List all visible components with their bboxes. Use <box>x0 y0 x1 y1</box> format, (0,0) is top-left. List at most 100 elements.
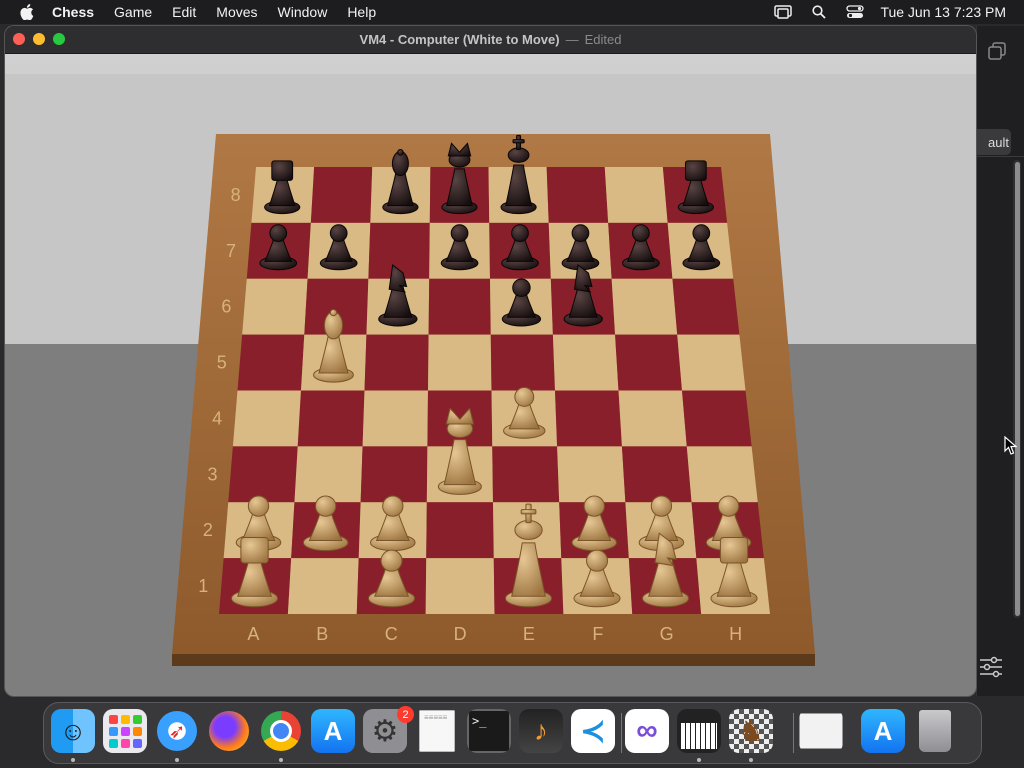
running-indicator <box>71 758 75 762</box>
board-square-h5[interactable] <box>677 334 746 391</box>
menu-window[interactable]: Window <box>278 4 328 20</box>
chrome-icon[interactable] <box>259 709 303 753</box>
board-square-e3[interactable] <box>492 446 560 503</box>
garageband-icon[interactable]: ♪ <box>519 709 563 753</box>
menu-game[interactable]: Game <box>114 4 152 20</box>
window-title: VM4 - Computer (White to Move) <box>359 32 560 47</box>
rank-label: 8 <box>231 185 241 205</box>
board-square-f4[interactable] <box>555 390 622 447</box>
board-square-c3[interactable] <box>360 446 428 503</box>
default-button[interactable]: ault <box>977 129 1011 155</box>
board-square-f3[interactable] <box>557 446 626 503</box>
file-label: H <box>729 624 742 644</box>
rank-label: 5 <box>217 353 227 373</box>
board-square-a4[interactable] <box>232 390 301 447</box>
menu-edit[interactable]: Edit <box>172 4 196 20</box>
spotlight-search-icon[interactable] <box>810 4 828 20</box>
board-square-g8[interactable] <box>604 167 668 223</box>
running-indicator <box>749 758 753 762</box>
launchpad-icon[interactable] <box>103 709 147 753</box>
file-label: F <box>592 624 603 644</box>
dock-separator <box>621 713 622 753</box>
board-square-h4[interactable] <box>682 390 752 447</box>
board-square-f8[interactable] <box>546 167 609 223</box>
visual-studio-icon[interactable]: ∞ <box>625 709 669 753</box>
file-label: A <box>247 624 259 644</box>
chess-scene: A B C D E F G H 8 7 6 5 4 3 2 1 <box>5 54 976 696</box>
board-frame-edge <box>172 654 815 666</box>
screen-mirroring-icon[interactable] <box>774 4 793 20</box>
board-square-g4[interactable] <box>618 390 687 447</box>
board-square-g5[interactable] <box>615 334 682 391</box>
chess-icon[interactable]: ♞ <box>729 709 773 753</box>
scrollbar-thumb[interactable] <box>1015 162 1020 616</box>
menu-help[interactable]: Help <box>347 4 376 20</box>
background-window: ault <box>976 26 1024 696</box>
board-square-b4[interactable] <box>297 390 365 447</box>
file-label: G <box>660 624 674 644</box>
menu-moves[interactable]: Moves <box>216 4 257 20</box>
textedit-icon[interactable]: ≡≡≡≡≡ <box>415 709 459 753</box>
file-label: E <box>523 624 535 644</box>
board-square-f5[interactable] <box>552 334 619 391</box>
rank-label: 1 <box>198 576 208 596</box>
piano-icon[interactable] <box>677 709 721 753</box>
board-square-a5[interactable] <box>237 334 305 391</box>
board-square-a6[interactable] <box>242 278 308 335</box>
board-square-c4[interactable] <box>362 390 428 447</box>
mouse-cursor-icon <box>1004 436 1018 455</box>
copy-icon[interactable] <box>987 41 1007 66</box>
minimize-window-button[interactable] <box>33 33 45 45</box>
safari-icon[interactable]: ➶ <box>155 709 199 753</box>
board-square-h6[interactable] <box>672 278 740 335</box>
trash-icon[interactable] <box>913 709 957 753</box>
rank-label: 2 <box>203 520 213 540</box>
dock-separator <box>793 713 794 753</box>
board-square-d5[interactable] <box>428 334 492 391</box>
board-square-d6[interactable] <box>428 278 491 335</box>
board-squares <box>219 167 770 614</box>
dock: ☺ ➶ A ⚙ 2 ≡≡≡≡≡ >_ ♪ ≺ ∞ ♞ A <box>43 702 982 764</box>
board-square-b1[interactable] <box>287 558 359 614</box>
notification-badge: 2 <box>397 706 414 723</box>
board-square-c5[interactable] <box>364 334 429 391</box>
running-indicator <box>697 758 701 762</box>
running-indicator <box>175 758 179 762</box>
file-label: C <box>385 624 398 644</box>
vscode-icon[interactable]: ≺ <box>571 709 615 753</box>
rank-label: 3 <box>208 464 218 484</box>
board-square-h3[interactable] <box>686 446 758 503</box>
preview-icon[interactable] <box>799 709 843 753</box>
board-square-g3[interactable] <box>621 446 692 503</box>
board-square-a3[interactable] <box>228 446 298 503</box>
window-titlebar[interactable]: VM4 - Computer (White to Move) — Edited <box>5 26 976 54</box>
app-store-icon[interactable]: A <box>861 709 905 753</box>
board-square-e5[interactable] <box>490 334 555 391</box>
menubar-clock[interactable]: Tue Jun 13 7:23 PM <box>880 4 1006 20</box>
file-label: D <box>454 624 467 644</box>
menu-app-chess[interactable]: Chess <box>52 4 94 20</box>
sliders-icon[interactable] <box>979 656 1003 683</box>
title-separator: — <box>565 32 579 47</box>
firefox-icon[interactable] <box>207 709 251 753</box>
close-window-button[interactable] <box>13 33 25 45</box>
board-square-b8[interactable] <box>310 167 373 223</box>
chess-window: VM4 - Computer (White to Move) — Edited <box>5 26 976 696</box>
file-label: B <box>316 624 328 644</box>
control-center-icon[interactable] <box>846 4 865 20</box>
app-store-icon[interactable]: A <box>311 709 355 753</box>
rank-label: 4 <box>212 408 222 428</box>
board-square-g6[interactable] <box>611 278 678 335</box>
rank-label: 7 <box>226 241 236 261</box>
finder-icon[interactable]: ☺ <box>51 709 95 753</box>
chess-board-view[interactable]: A B C D E F G H 8 7 6 5 4 3 2 1 <box>5 54 976 696</box>
board-square-b3[interactable] <box>294 446 363 503</box>
board-square-d2[interactable] <box>426 502 494 559</box>
board-square-d1[interactable] <box>425 558 495 614</box>
edited-indicator: Edited <box>584 32 622 47</box>
apple-menu-icon[interactable] <box>20 4 34 20</box>
maximize-window-button[interactable] <box>53 33 65 45</box>
terminal-icon[interactable]: >_ <box>467 709 511 753</box>
board-square-d4[interactable] <box>427 390 493 447</box>
menu-bar: Chess Game Edit Moves Window Help Tue Ju… <box>0 0 1024 24</box>
